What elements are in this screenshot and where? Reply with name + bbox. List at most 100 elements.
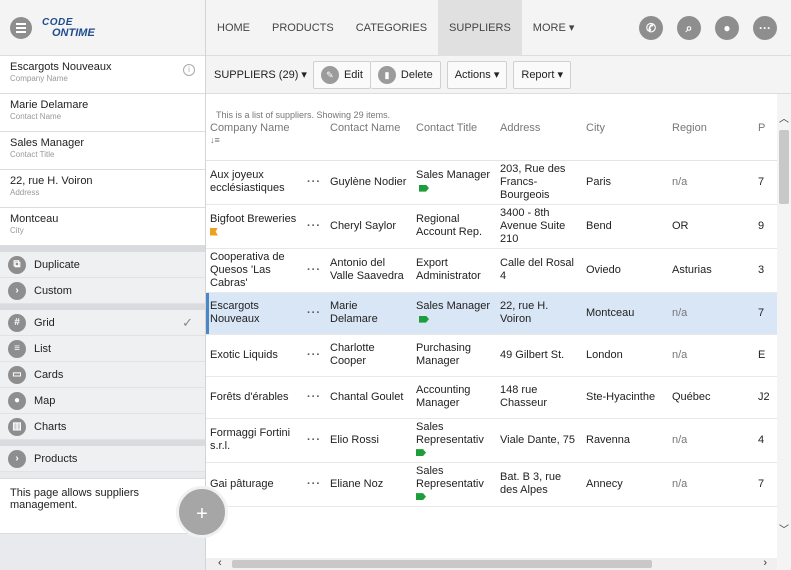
title-text: Sales Representativ bbox=[416, 464, 484, 490]
cell-title: Sales Manager bbox=[412, 292, 496, 335]
cards-icon: ▭ bbox=[8, 365, 26, 384]
sidebar: CODE ONTIME Escargots Nouveaux Company N… bbox=[0, 0, 206, 570]
cell-address: 203, Rue des Francs-Bourgeois bbox=[496, 160, 582, 205]
cell-address: Viale Dante, 75 bbox=[496, 418, 582, 463]
cell-city: Annecy bbox=[582, 462, 668, 507]
row-menu-icon[interactable]: ··· bbox=[302, 334, 326, 377]
summary-company-name: Escargots Nouveaux Company Name i bbox=[0, 56, 205, 94]
actions-dropdown[interactable]: Actions ▾ bbox=[446, 60, 508, 89]
duplicate-label: Duplicate bbox=[34, 258, 80, 271]
view-grid[interactable]: # Grid ✓ bbox=[0, 310, 205, 336]
hscroll-thumb[interactable] bbox=[232, 560, 652, 568]
cell-address: 148 rue Chasseur bbox=[496, 376, 582, 419]
scroll-thumb[interactable] bbox=[779, 130, 789, 204]
suppliers-grid: This is a list of suppliers. Showing 29 … bbox=[206, 94, 791, 570]
table-row[interactable]: Cooperativa de Quesos 'Las Cabras' ··· A… bbox=[206, 248, 791, 293]
tag-icon bbox=[419, 184, 429, 192]
cell-company: Bigfoot Breweries bbox=[206, 204, 302, 249]
cell-city: Paris bbox=[582, 160, 668, 205]
row-menu-icon[interactable]: ··· bbox=[302, 376, 326, 419]
scroll-right-icon[interactable]: › bbox=[763, 557, 767, 569]
cell-region: n/a bbox=[668, 292, 754, 335]
row-menu-icon[interactable]: ··· bbox=[302, 248, 326, 293]
view-cards[interactable]: ▭ Cards bbox=[0, 362, 205, 388]
cell-region: n/a bbox=[668, 334, 754, 377]
user-icon[interactable]: ● bbox=[715, 15, 739, 40]
more-options-icon[interactable]: ··· bbox=[753, 15, 777, 40]
scroll-down-icon[interactable]: ﹀ bbox=[779, 521, 789, 536]
delete-button[interactable]: ▮ Delete bbox=[370, 60, 441, 89]
table-row[interactable]: Gai pâturage ··· Eliane Noz Sales Repres… bbox=[206, 462, 791, 507]
scroll-up-icon[interactable]: ︿ bbox=[779, 110, 789, 125]
cell-contact: Charlotte Cooper bbox=[326, 334, 412, 377]
view-charts[interactable]: ▥ Charts bbox=[0, 414, 205, 440]
cell-address: 49 Gilbert St. bbox=[496, 334, 582, 377]
phone-icon[interactable]: ✆ bbox=[639, 15, 663, 40]
cell-company: Forêts d'érables bbox=[206, 376, 302, 419]
app-logo[interactable]: CODE ONTIME bbox=[42, 17, 95, 38]
cell-title: Export Administrator bbox=[412, 248, 496, 293]
nav-suppliers[interactable]: SUPPLIERS bbox=[438, 0, 522, 56]
search-icon[interactable]: ⌕ bbox=[677, 15, 701, 40]
table-row[interactable]: Formaggi Fortini s.r.l. ··· Elio Rossi S… bbox=[206, 418, 791, 463]
list-label: List bbox=[34, 342, 52, 355]
row-menu-icon[interactable]: ··· bbox=[302, 160, 326, 205]
cell-contact: Elio Rossi bbox=[326, 418, 412, 463]
report-dropdown[interactable]: Report ▾ bbox=[513, 60, 571, 89]
related-products[interactable]: › Products bbox=[0, 446, 205, 472]
table-row[interactable]: Exotic Liquids ··· Charlotte Cooper Purc… bbox=[206, 334, 791, 377]
cell-city: Montceau bbox=[582, 292, 668, 335]
table-row[interactable]: Forêts d'érables ··· Chantal Goulet Acco… bbox=[206, 376, 791, 419]
grid-icon: # bbox=[8, 313, 26, 332]
nav-categories[interactable]: CATEGORIES bbox=[345, 0, 438, 56]
cell-contact: Marie Delamare bbox=[326, 292, 412, 335]
edit-button[interactable]: ✎ Edit bbox=[312, 60, 371, 89]
scroll-left-icon[interactable]: ‹ bbox=[218, 557, 222, 569]
table-row[interactable]: Bigfoot Breweries ··· Cheryl Saylor Regi… bbox=[206, 204, 791, 249]
col-contact-name[interactable]: Contact Name bbox=[326, 122, 412, 161]
view-map[interactable]: ● Map bbox=[0, 388, 205, 414]
view-list[interactable]: ≡ List bbox=[0, 336, 205, 362]
duplicate-action[interactable]: ⧉ Duplicate bbox=[0, 252, 205, 278]
vertical-scrollbar[interactable]: ︿ ﹀ bbox=[777, 94, 791, 570]
custom-action[interactable]: › Custom bbox=[0, 278, 205, 304]
add-fab-button[interactable]: + bbox=[176, 486, 228, 538]
duplicate-icon: ⧉ bbox=[8, 255, 26, 274]
company-text: Bigfoot Breweries bbox=[210, 212, 297, 225]
info-icon[interactable]: i bbox=[183, 64, 195, 76]
grid-description: This is a list of suppliers. Showing 29 … bbox=[216, 110, 391, 120]
nav-products[interactable]: PRODUCTS bbox=[261, 0, 345, 56]
col-address[interactable]: Address bbox=[496, 122, 582, 161]
field-value: Sales Manager bbox=[10, 137, 84, 149]
map-label: Map bbox=[34, 394, 56, 407]
cell-city: Ravenna bbox=[582, 418, 668, 463]
col-city[interactable]: City bbox=[582, 122, 668, 161]
tag-icon bbox=[416, 449, 426, 457]
cell-address: Calle del Rosal 4 bbox=[496, 248, 582, 293]
suppliers-table: Company Name ↓≡ Contact Name Contact Titl… bbox=[206, 122, 791, 507]
view-selector[interactable]: SUPPLIERS (29) ▾ bbox=[214, 68, 307, 81]
horizontal-scrollbar[interactable]: ‹ › bbox=[206, 557, 777, 570]
table-row-selected[interactable]: Escargots Nouveaux ··· Marie Delamare Sa… bbox=[206, 292, 791, 335]
tag-icon bbox=[416, 493, 426, 501]
col-region[interactable]: Region bbox=[668, 122, 754, 161]
col-contact-title[interactable]: Contact Title bbox=[412, 122, 496, 161]
nav-more[interactable]: MORE ▾ bbox=[522, 0, 586, 56]
field-value: Montceau bbox=[10, 213, 59, 225]
hamburger-menu-icon[interactable] bbox=[10, 16, 32, 39]
row-menu-icon[interactable]: ··· bbox=[302, 462, 326, 507]
cell-company: Aux joyeux ecclésiastiques bbox=[206, 160, 302, 205]
cell-city: London bbox=[582, 334, 668, 377]
list-icon: ≡ bbox=[8, 339, 26, 358]
pencil-icon: ✎ bbox=[320, 65, 339, 84]
col-company-name[interactable]: Company Name ↓≡ bbox=[206, 122, 302, 161]
charts-label: Charts bbox=[34, 420, 67, 433]
nav-home[interactable]: HOME bbox=[206, 0, 261, 56]
field-value: Escargots Nouveaux bbox=[10, 61, 112, 73]
field-value: 22, rue H. Voiron bbox=[10, 175, 93, 187]
table-row[interactable]: Aux joyeux ecclésiastiques ··· Guylène N… bbox=[206, 160, 791, 205]
row-menu-icon[interactable]: ··· bbox=[302, 292, 326, 335]
row-menu-icon[interactable]: ··· bbox=[302, 204, 326, 249]
row-menu-icon[interactable]: ··· bbox=[302, 418, 326, 463]
tag-icon bbox=[419, 315, 429, 323]
